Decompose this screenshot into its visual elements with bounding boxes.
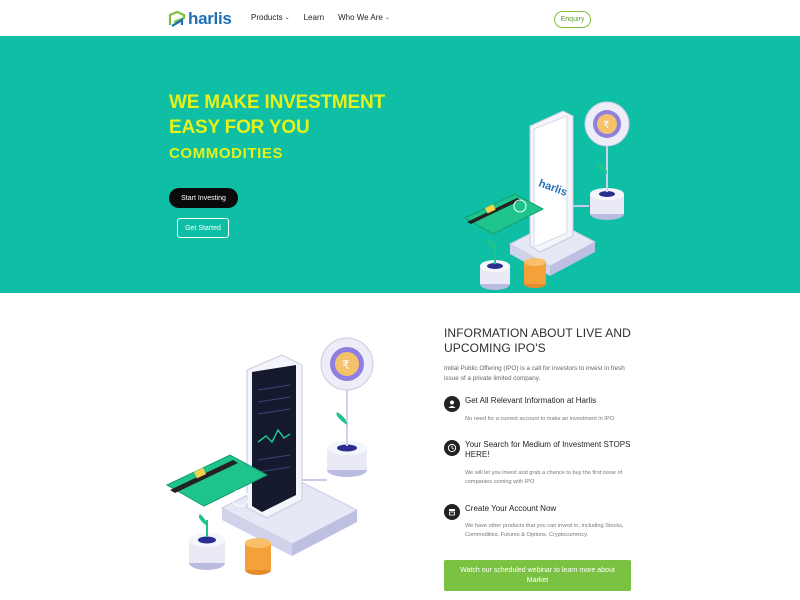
chevron-down-icon: ⌄ (384, 15, 390, 21)
logo-text: harlis (188, 9, 232, 28)
webinar-cta-button[interactable]: Watch our scheduled webinar to learn mor… (444, 560, 631, 591)
get-started-button[interactable]: Get Started (177, 218, 229, 238)
enquiry-button[interactable]: Enquiry (554, 11, 591, 28)
svg-text:₹: ₹ (342, 358, 350, 372)
menu-item-label: Who We Are (338, 13, 383, 22)
ipo-intro-text: Initial Public Offering (IPO) is a call … (444, 365, 625, 382)
top-navbar: harlis Products ⌄ Learn Who We Are ⌄ Enq… (0, 0, 800, 36)
hero-phone-illustration: harlis ₹ (463, 101, 630, 290)
hero-title: WE MAKE INVESTMENT EASY FOR YOU (169, 90, 385, 140)
svg-text:₹: ₹ (603, 120, 609, 131)
clock-icon (444, 440, 460, 456)
shop-icon (444, 504, 460, 520)
ipo-title-line2: UPCOMING IPO'S (444, 341, 546, 355)
start-investing-button[interactable]: Start Investing (169, 188, 238, 208)
feature-title: Get All Relevant Information at Harlis (465, 396, 597, 405)
hero-subtitle: COMMODITIES (169, 145, 284, 162)
user-icon (444, 396, 460, 412)
ipo-phone-illustration: ₹ (165, 337, 374, 575)
feature-desc: No need for a current account to make an… (465, 416, 616, 422)
hero-title-line1: WE MAKE INVESTMENT (169, 92, 385, 113)
feature-title: Your Search for Medium of Investment STO… (465, 440, 631, 459)
ipo-section-title: INFORMATION ABOUT LIVE AND UPCOMING IPO'… (444, 326, 631, 356)
harlis-logo[interactable]: harlis (168, 8, 232, 30)
menu-item-label: Products (251, 13, 283, 22)
ipo-title-line1: INFORMATION ABOUT LIVE AND (444, 326, 631, 340)
feature-desc: We will let you invest and grab a chance… (465, 470, 623, 485)
main-menu: Products ⌄ Learn Who We Are ⌄ (251, 13, 390, 22)
hero-section: WE MAKE INVESTMENT EASY FOR YOU COMMODIT… (0, 36, 800, 293)
hero-title-line2: EASY FOR YOU (169, 117, 310, 138)
harlis-logo-mark-icon (168, 10, 186, 27)
menu-item-label: Learn (303, 13, 325, 22)
feature-title: Create Your Account Now (465, 504, 557, 513)
chevron-down-icon: ⌄ (284, 15, 290, 21)
menu-item-who-we-are[interactable]: Who We Are ⌄ (338, 13, 390, 22)
menu-item-learn[interactable]: Learn (304, 13, 324, 22)
feature-desc: We have other products that you can inve… (465, 523, 624, 538)
menu-item-products[interactable]: Products ⌄ (251, 13, 290, 22)
